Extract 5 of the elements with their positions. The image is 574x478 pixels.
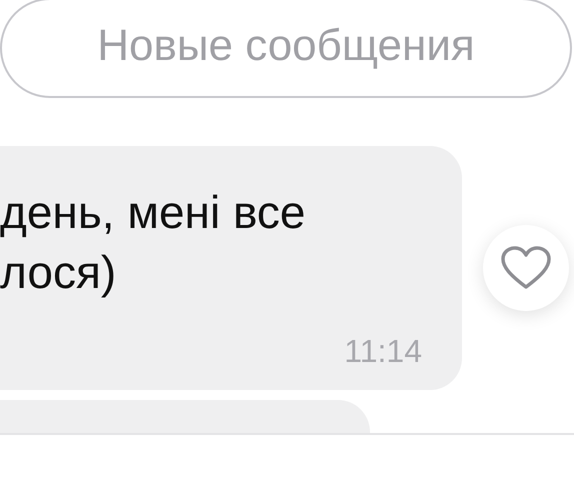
message-text: лося) bbox=[0, 245, 116, 300]
heart-icon bbox=[500, 245, 552, 291]
message-text: день, мені все bbox=[0, 185, 306, 240]
message-time: 11:14 bbox=[344, 333, 422, 370]
new-messages-button[interactable]: Новые сообщения bbox=[0, 0, 572, 98]
